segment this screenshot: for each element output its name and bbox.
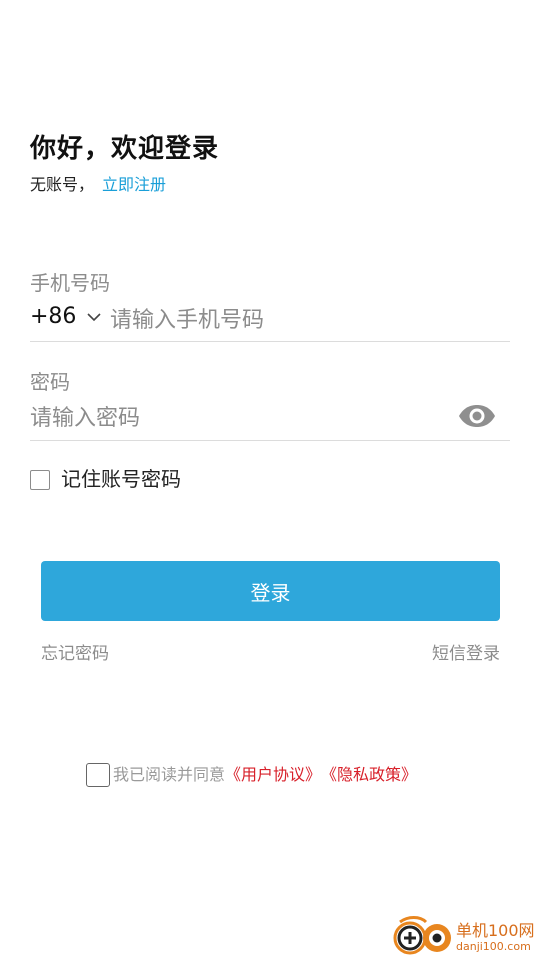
watermark-url: danji100.com: [456, 940, 531, 953]
agreement-checkbox[interactable]: [86, 763, 110, 787]
country-code: +86: [30, 304, 77, 329]
no-account-text: 无账号，: [30, 175, 95, 194]
country-code-selector[interactable]: +86: [30, 304, 102, 329]
forgot-password-link[interactable]: 忘记密码: [41, 639, 109, 664]
password-label: 密码: [30, 370, 70, 394]
eye-icon[interactable]: [458, 404, 496, 428]
watermark-name: 单机100网: [456, 921, 535, 940]
register-link[interactable]: 立即注册: [102, 175, 166, 194]
phone-input[interactable]: [110, 302, 510, 338]
danji-logo-icon: [393, 916, 451, 955]
remember-checkbox[interactable]: [30, 469, 50, 490]
divider: [30, 440, 510, 441]
chevron-down-icon: [87, 312, 102, 321]
password-input[interactable]: [30, 400, 450, 436]
sms-login-link[interactable]: 短信登录: [432, 639, 500, 664]
user-agreement-link[interactable]: 《用户协议》: [225, 761, 321, 785]
welcome-title: 你好，欢迎登录: [30, 134, 220, 164]
login-button[interactable]: 登录: [41, 561, 500, 621]
agreement-row: 我已阅读并同意 《用户协议》 《隐私政策》: [86, 759, 417, 787]
remember-row[interactable]: 记住账号密码: [30, 463, 181, 492]
divider: [30, 341, 510, 342]
no-account-row: 无账号， 立即注册: [30, 171, 166, 195]
watermark: 单机100网 danji100.com: [388, 914, 540, 960]
privacy-policy-link[interactable]: 《隐私政策》: [321, 761, 417, 785]
remember-label: 记住账号密码: [61, 467, 181, 491]
phone-label: 手机号码: [30, 271, 110, 295]
agreement-text: 我已阅读并同意: [113, 765, 226, 784]
